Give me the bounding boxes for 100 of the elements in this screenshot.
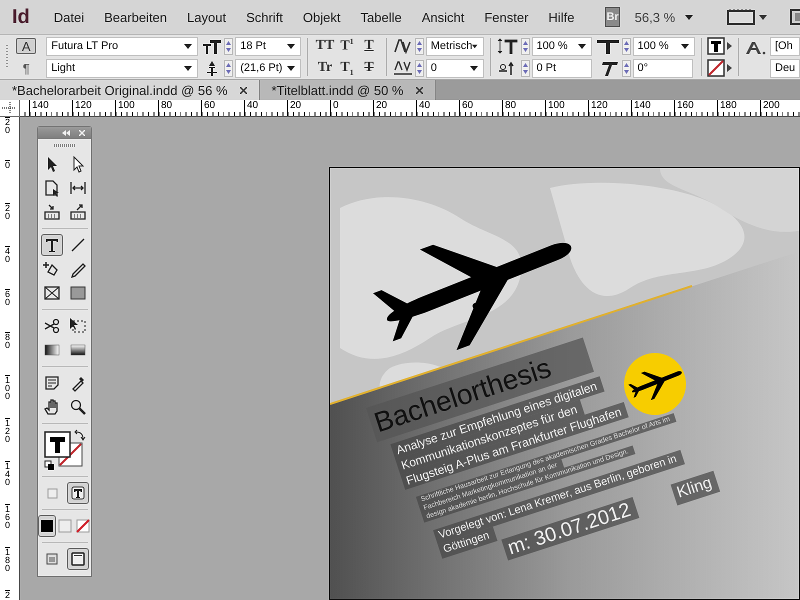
character-mode-button[interactable]: A	[16, 38, 36, 54]
superscript-button[interactable]: T$^{1}$	[336, 36, 358, 56]
menu-item[interactable]: Schrift	[239, 10, 290, 24]
baseline-shift-field[interactable]: 0 Pt	[532, 58, 592, 78]
horizontal-scale-field[interactable]: 100 %	[632, 36, 694, 56]
ruler-label: 20	[373, 100, 416, 116]
zoom-icon	[68, 398, 86, 416]
menu-item[interactable]: Tabelle	[354, 10, 409, 24]
ruler-label: 140	[29, 100, 72, 116]
ruler-label: 80	[158, 100, 201, 116]
menu-item[interactable]: Bearbeiten	[97, 10, 174, 24]
ruler-label: 40	[244, 100, 287, 116]
small-caps-button[interactable]: Tr	[314, 58, 336, 78]
gradient-swatch-icon	[56, 518, 72, 534]
ruler-label: 20	[5, 203, 10, 246]
text-format-icon	[70, 486, 84, 500]
caret-icon	[680, 44, 688, 48]
strikethrough-button[interactable]: T	[358, 58, 380, 78]
kerning-field[interactable]: Metrisch	[426, 36, 484, 56]
menu-item[interactable]: Fenster	[477, 10, 536, 24]
close-icon[interactable]	[240, 86, 247, 94]
menu-arrow-icon[interactable]	[727, 64, 732, 72]
menu-item[interactable]: Datei	[46, 10, 92, 24]
page-icon	[42, 179, 60, 197]
frame-icon	[42, 284, 60, 302]
stepper-icon[interactable]	[224, 38, 234, 54]
ruler-label: 120	[72, 100, 115, 116]
document-tab[interactable]: *Bachelorarbeit Original.indd @ 56 %	[0, 80, 260, 100]
ruler-label: 200	[760, 100, 800, 116]
menu-item[interactable]: Ansicht	[414, 10, 472, 24]
font-size-field[interactable]: 18 Pt	[235, 36, 302, 56]
leading-field[interactable]: (21,6 Pt)	[235, 58, 302, 78]
apply-color-button[interactable]	[38, 515, 56, 537]
stepper-icon[interactable]	[414, 60, 424, 76]
hand-icon	[42, 398, 60, 416]
fill-stroke-swatches-icon[interactable]	[42, 429, 88, 471]
ruler-label: 100	[5, 375, 10, 418]
font-style-field[interactable]: Light	[46, 58, 198, 78]
character-style-field[interactable]: [Oh	[770, 36, 800, 56]
subscript-button[interactable]: T$_{1}$	[336, 58, 358, 78]
pen-icon	[42, 260, 60, 278]
ruler-label: 180	[717, 100, 760, 116]
ruler-label: 60	[5, 289, 10, 332]
preview-view-icon	[70, 551, 86, 567]
all-caps-button[interactable]: TT	[314, 36, 336, 56]
paragraph-mode-button[interactable]: ¶	[16, 60, 36, 76]
content-placer-icon	[68, 203, 86, 221]
kerning-icon	[392, 38, 413, 54]
ruler-label: 0	[330, 100, 373, 116]
skew-field[interactable]: 0°	[632, 58, 692, 78]
container-format-icon	[44, 486, 58, 500]
horizontal-scale-icon	[596, 38, 620, 54]
app-logo: Id	[11, 6, 31, 28]
caret-icon	[685, 14, 694, 20]
ruler-label: 40	[416, 100, 459, 116]
caret-icon	[184, 44, 192, 48]
ruler-origin-icon[interactable]	[2, 102, 16, 114]
font-family-field[interactable]: Futura LT Pro	[46, 36, 198, 56]
stepper-icon[interactable]	[520, 38, 530, 54]
ruler-label: 20	[5, 117, 10, 160]
text-fill-swatch-icon[interactable]	[707, 37, 726, 55]
ruler-label: 180	[5, 547, 10, 590]
stepper-icon[interactable]	[622, 38, 630, 54]
language-field[interactable]: Deu	[770, 58, 800, 78]
tracking-icon	[392, 60, 413, 76]
ruler-label: 60	[201, 100, 244, 116]
collapse-icon[interactable]	[62, 130, 70, 136]
caret-icon	[184, 66, 192, 70]
close-icon[interactable]	[416, 86, 422, 94]
stepper-icon[interactable]	[622, 60, 630, 76]
gap-icon	[68, 179, 86, 197]
menu-arrow-icon[interactable]	[727, 42, 732, 50]
color-swatch-icon	[38, 518, 54, 534]
none-swatch-icon	[74, 518, 90, 534]
stepper-icon[interactable]	[520, 60, 530, 76]
ruler-label: 160	[5, 504, 10, 547]
scissors-icon	[42, 317, 60, 335]
formatting-toggle[interactable]	[66, 482, 88, 504]
menu-item[interactable]: Layout	[180, 10, 234, 24]
ruler-label: 20	[287, 100, 330, 116]
view-options-icon[interactable]	[727, 8, 770, 26]
screen-mode-button[interactable]	[66, 548, 88, 570]
document-tab[interactable]: *Titelblatt.indd @ 50 %	[260, 80, 436, 100]
ruler-label: 140	[5, 461, 10, 504]
content-collector-icon	[42, 203, 60, 221]
caret-icon	[287, 44, 296, 48]
underline-button[interactable]: T	[358, 36, 380, 56]
font-size-icon	[202, 38, 222, 54]
menu-item[interactable]: Hilfe	[541, 10, 582, 24]
stepper-icon[interactable]	[224, 60, 234, 76]
tracking-field[interactable]: 0	[426, 58, 484, 78]
menu-item[interactable]: Objekt	[296, 10, 348, 24]
text-stroke-swatch-icon[interactable]	[707, 59, 726, 77]
ruler-label: 100	[115, 100, 158, 116]
caret-icon	[472, 44, 478, 48]
ruler-label: 0	[5, 160, 10, 203]
stepper-icon[interactable]	[414, 38, 424, 54]
tool-button[interactable]	[40, 234, 62, 256]
vertical-scale-field[interactable]: 100 %	[532, 36, 592, 56]
zoom-dropdown[interactable]: 56,3 %	[634, 10, 694, 24]
